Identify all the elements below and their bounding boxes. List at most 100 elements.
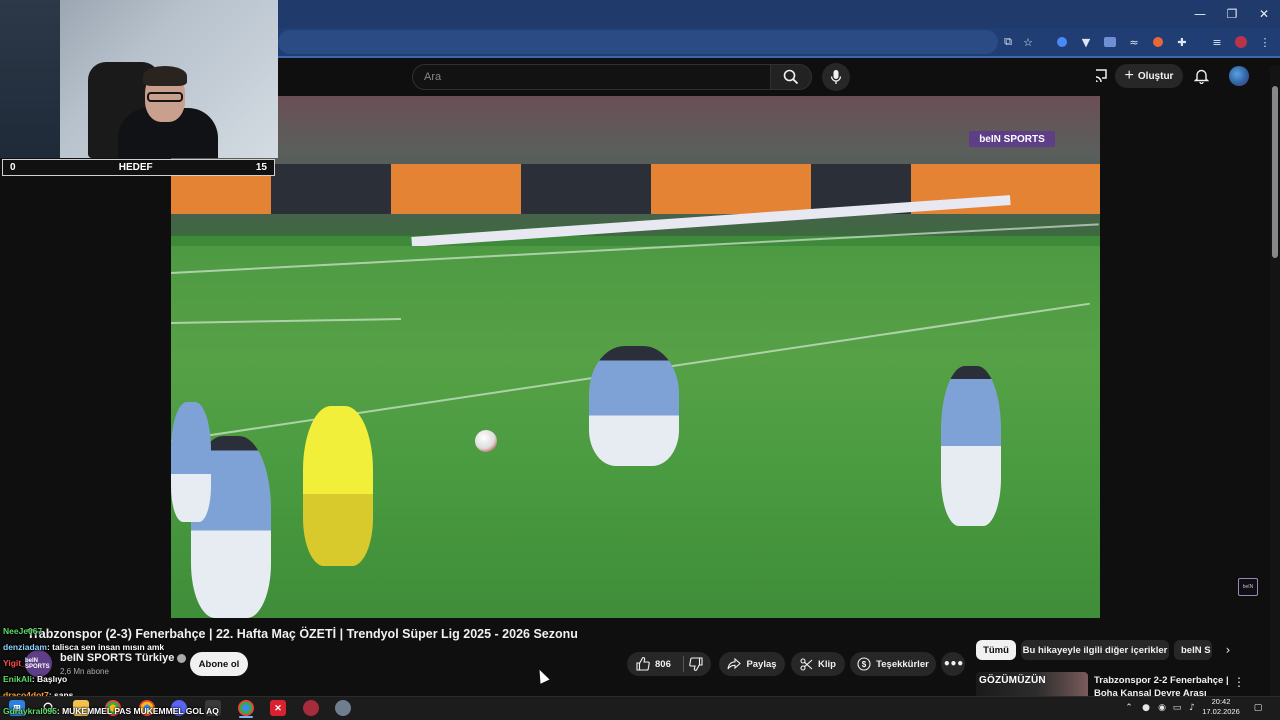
create-button[interactable]: + Oluştur [1115,64,1183,88]
video-player[interactable]: beIN SPORTS [171,96,1100,618]
cast-icon[interactable] [1091,66,1111,86]
minimize-button[interactable]: — [1184,0,1216,28]
channel-name[interactable]: beIN SPORTS Türkiye [60,652,187,664]
search-input[interactable]: Ara [412,64,772,90]
goal-counter-bar: 0 HEDEF 15 [2,159,275,176]
notifications-icon[interactable]: ▢ [1251,700,1265,716]
player-blue [941,366,1001,526]
tray-app-icon[interactable]: ● [1139,700,1153,716]
close-window-button[interactable]: ✕ [1248,0,1280,28]
mic-icon [830,70,842,84]
chat-username: NeeJe067 [3,626,43,636]
chrome-active-icon[interactable] [238,700,254,716]
webcam-overlay [0,0,278,158]
share-label: Paylaş [746,658,777,670]
chat-text: : MUKEMMEL PAS MUKEMMEL GOL AQ [56,706,219,716]
related-video-thumbnail[interactable]: GÖZÜMÜZÜN [976,672,1088,696]
player-blue [171,402,211,522]
active-app-indicator [239,716,253,718]
install-app-icon[interactable]: ⧉ [1000,34,1016,50]
search-button[interactable] [770,64,812,90]
streamer-glasses [147,92,183,102]
chat-text: : talisca sen insan mısın amk [46,642,165,652]
scrollbar-thumb[interactable] [1272,86,1278,258]
search-icon [783,69,799,85]
profile-icon[interactable] [1233,34,1249,50]
tray-steam-icon[interactable]: ◉ [1155,700,1169,716]
clock-time: 20:42 [1211,697,1231,706]
extension-blue-icon[interactable] [1054,34,1070,50]
player-yellow [303,406,373,566]
account-avatar[interactable] [1229,66,1249,86]
extensions-puzzle-icon[interactable]: ✚ [1174,34,1190,50]
webcam-shelf [0,0,60,158]
volume-icon[interactable]: ♪ [1185,700,1199,716]
bell-icon[interactable] [1191,66,1211,86]
voice-search-button[interactable] [822,63,850,91]
svg-text:$: $ [862,660,867,669]
goal-counter-current: 0 [10,162,16,173]
chat-username: denziadam [3,642,47,652]
like-icon[interactable] [636,657,650,671]
player-blue [589,346,679,466]
bein-sports-watermark: beIN SPORTS [969,131,1055,147]
obs-icon[interactable] [303,700,319,716]
dislike-icon[interactable] [689,657,705,671]
thanks-button[interactable]: $ Teşekkürler [850,652,936,676]
extension-vpn-icon[interactable]: ▼ [1078,34,1094,50]
clock-date: 17.02.2026 [1202,707,1240,716]
football [475,430,497,452]
chevron-right-icon[interactable]: › [1220,641,1236,659]
browser-menu-icon[interactable]: ⋮ [1257,34,1273,50]
extension-orange-icon[interactable] [1150,34,1166,50]
subscriber-count: 2,6 Mn abone [60,667,109,676]
clip-button[interactable]: Klip [791,652,845,676]
media-controls-icon[interactable]: ≡ [1209,34,1225,50]
ad-board [521,164,651,214]
verified-icon [177,653,187,663]
chat-username: Gdraykral095 [3,706,57,716]
app-icon[interactable] [335,700,351,716]
channel-avatar[interactable]: beIN SPORTS [25,650,52,677]
taskbar-clock[interactable]: 20:42 17.02.2026 [1198,697,1244,717]
chat-username: Yigit_ [3,658,26,668]
window-controls: — ❐ ✕ [1184,0,1280,28]
extension-steam-icon[interactable]: ≈ [1126,34,1142,50]
channel-name-text[interactable]: beIN SPORTS Türkiye [60,652,174,664]
close-app-icon[interactable]: ✕ [270,700,286,716]
more-icon: ••• [942,657,964,671]
bookmark-star-icon[interactable]: ☆ [1020,34,1036,50]
subscribe-button[interactable]: Abone ol [190,652,248,676]
chat-text: : Başlıyo [31,674,68,684]
video-title: Trabzonspor (2-3) Fenerbahçe | 22. Hafta… [27,627,578,641]
address-bar[interactable] [278,30,998,54]
like-divider [683,656,684,672]
goal-counter-label: HEDEF [118,162,153,173]
ad-board [651,164,811,214]
related-video-title[interactable]: Trabzonspor 2-2 Fenerbahçe | Boha Kansal… [1094,674,1234,696]
plus-icon: + [1124,67,1134,84]
network-icon[interactable]: ▭ [1170,700,1184,716]
more-actions-button[interactable]: ••• [941,652,965,676]
chip-all[interactable]: Tümü [976,640,1016,660]
restore-button[interactable]: ❐ [1216,0,1248,28]
ad-board [391,164,521,214]
chat-username: EnikAli [3,674,32,684]
tray-chevron-icon[interactable]: ⌃ [1122,700,1136,716]
chat-message: NeeJe067 [3,626,42,636]
share-button[interactable]: Paylaş [719,652,785,676]
chip-bein[interactable]: beIN S [1174,640,1212,660]
screen: — ❐ ✕ ⧉ ☆ ▼ ≈ ✚ ≡ ⋮ Ara + Oluştur beIN S… [0,0,1280,720]
clip-label: Klip [818,658,836,670]
channel-watermark-icon[interactable]: beIN [1238,578,1258,596]
extension-translate-icon[interactable] [1102,34,1118,50]
chat-message: Yigit_ [3,658,26,668]
related-more-icon[interactable]: ⋮ [1233,674,1245,690]
chip-related-story[interactable]: Bu hikayeyle ilgili diğer içerikler [1021,640,1169,660]
create-label: Oluştur [1137,70,1174,82]
like-count[interactable]: 806 [655,659,671,670]
related-thumbnail-text: GÖZÜMÜZÜN [979,675,1046,686]
ad-board [271,164,391,214]
chat-message: EnikAli: Başlıyo [3,674,67,684]
chat-message: denziadam: talisca sen insan mısın amk [3,642,164,652]
